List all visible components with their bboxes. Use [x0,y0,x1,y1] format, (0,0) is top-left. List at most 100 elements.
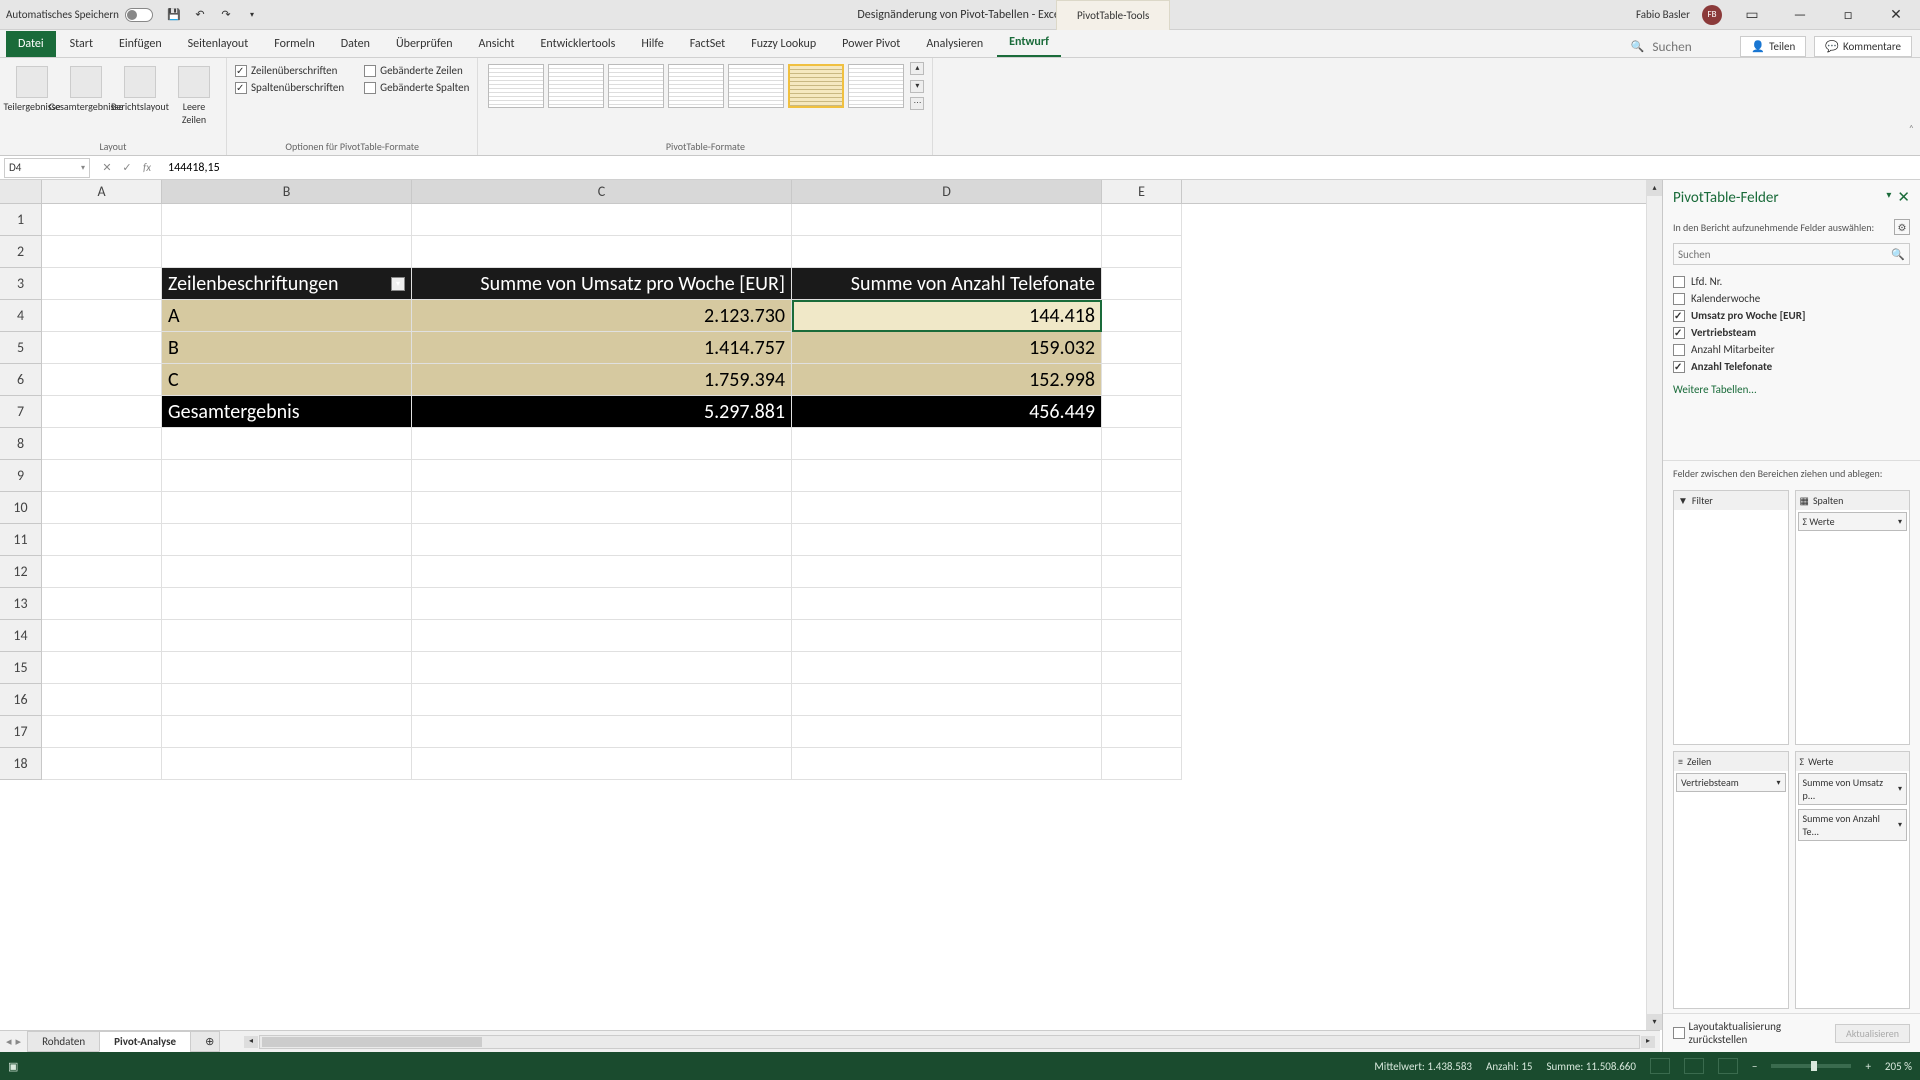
tab-data[interactable]: Daten [329,31,382,57]
sheet-prev-icon[interactable]: ◂ [6,1035,12,1048]
pivot-value[interactable]: 159.032 [792,332,1102,364]
cell[interactable] [412,236,792,268]
tab-analyze[interactable]: Analysieren [914,31,995,57]
blankrows-button[interactable]: Leere Zeilen [170,62,218,126]
tab-powerpivot[interactable]: Power Pivot [830,31,912,57]
pivot-styles-gallery[interactable] [486,62,906,110]
field-item[interactable]: Anzahl Telefonate [1673,358,1910,375]
select-all-corner[interactable] [0,180,42,203]
checkbox-icon[interactable] [1673,327,1685,339]
pivot-row-header[interactable]: Zeilenbeschriftungen▾ [162,268,412,300]
search-icon[interactable]: 🔍 [1631,40,1645,53]
banded-cols-checkbox[interactable]: Gebänderte Spalten [364,79,469,96]
cell[interactable] [42,524,162,556]
cell[interactable] [1102,524,1182,556]
zoom-slider[interactable] [1771,1064,1851,1068]
style-thumbnail[interactable] [548,64,604,108]
pivot-value[interactable]: 1.759.394 [412,364,792,396]
cell[interactable] [412,588,792,620]
row-header[interactable]: 7 [0,396,42,428]
cell[interactable] [792,620,1102,652]
cell[interactable] [412,460,792,492]
filter-area[interactable]: ▼Filter [1673,490,1789,745]
field-item[interactable]: Vertriebsteam [1673,324,1910,341]
page-break-view-icon[interactable] [1718,1058,1738,1074]
checkbox-icon[interactable] [1673,276,1685,288]
cell[interactable] [162,204,412,236]
style-thumbnail[interactable] [848,64,904,108]
cell[interactable] [792,748,1102,780]
share-button[interactable]: 👤Teilen [1740,36,1806,57]
cell[interactable] [42,652,162,684]
checkbox-icon[interactable] [1673,310,1685,322]
pivot-value[interactable]: 1.414.757 [412,332,792,364]
row-header[interactable]: 4 [0,300,42,332]
pivot-total-label[interactable]: Gesamtergebnis [162,396,412,428]
cell[interactable] [412,620,792,652]
scroll-down-icon[interactable]: ▾ [1647,1014,1662,1030]
cell[interactable] [412,556,792,588]
search-icon[interactable]: 🔍 [1891,248,1905,261]
cell[interactable] [792,492,1102,524]
cell[interactable] [162,588,412,620]
horizontal-scrollbar[interactable]: ◂ ▸ [259,1035,1640,1049]
row-header[interactable]: 8 [0,428,42,460]
cell[interactable] [412,204,792,236]
sheet-tab[interactable]: Rohdaten [27,1031,100,1052]
cell[interactable] [1102,396,1182,428]
gallery-down-icon[interactable]: ▾ [910,80,924,93]
cancel-fx-icon[interactable]: ✕ [100,161,114,174]
style-thumbnail[interactable] [728,64,784,108]
row-header[interactable]: 13 [0,588,42,620]
user-name[interactable]: Fabio Basler [1636,8,1690,21]
cell[interactable] [42,236,162,268]
pivot-row-label[interactable]: B [162,332,412,364]
cell[interactable] [42,268,162,300]
style-thumbnail[interactable] [668,64,724,108]
cell[interactable] [162,652,412,684]
worksheet[interactable]: A B C D E 1 2 3 Zeilenbeschriftungen▾ Su… [0,180,1660,1052]
cell[interactable] [42,620,162,652]
cell[interactable] [162,684,412,716]
cell[interactable] [42,556,162,588]
dropdown-icon[interactable]: ▾ [81,163,85,173]
tab-insert[interactable]: Einfügen [107,31,174,57]
area-item[interactable]: Summe von Umsatz p...▾ [1798,773,1908,805]
cell[interactable] [792,716,1102,748]
cell[interactable] [1102,556,1182,588]
reportlayout-button[interactable]: Berichtslayout [116,62,164,126]
checkbox-icon[interactable] [1673,361,1685,373]
cell[interactable] [1102,332,1182,364]
pivot-col-header[interactable]: Summe von Anzahl Telefonate [792,268,1102,300]
tab-start[interactable]: Start [58,31,105,57]
tab-pagelayout[interactable]: Seitenlayout [176,31,261,57]
cell[interactable] [162,556,412,588]
pivot-value[interactable]: 152.998 [792,364,1102,396]
cell[interactable] [412,684,792,716]
cell[interactable] [162,460,412,492]
cell[interactable] [792,204,1102,236]
col-header-d[interactable]: D [792,180,1102,203]
defer-update-checkbox[interactable]: Layoutaktualisierung zurückstellen [1673,1020,1835,1046]
pivot-row-label[interactable]: C [162,364,412,396]
tab-review[interactable]: Überprüfen [384,31,465,57]
cell[interactable] [42,204,162,236]
save-icon[interactable]: 💾 [165,6,183,24]
minimize-icon[interactable]: — [1782,1,1818,29]
cell[interactable] [792,460,1102,492]
tab-formulas[interactable]: Formeln [262,31,326,57]
rows-area[interactable]: ≡Zeilen Vertriebsteam▾ [1673,751,1789,1009]
tab-help[interactable]: Hilfe [629,31,675,57]
cell[interactable] [792,588,1102,620]
scroll-up-icon[interactable]: ▴ [1647,180,1662,196]
row-header[interactable]: 1 [0,204,42,236]
cell[interactable] [162,620,412,652]
checkbox-icon[interactable] [1673,293,1685,305]
cell[interactable] [162,524,412,556]
scroll-right-icon[interactable]: ▸ [1641,1036,1655,1048]
field-search[interactable]: 🔍 [1673,243,1910,265]
cell[interactable] [42,716,162,748]
pivot-value-active[interactable]: 144.418 [792,300,1102,332]
field-item[interactable]: Umsatz pro Woche [EUR] [1673,307,1910,324]
style-thumbnail[interactable] [488,64,544,108]
